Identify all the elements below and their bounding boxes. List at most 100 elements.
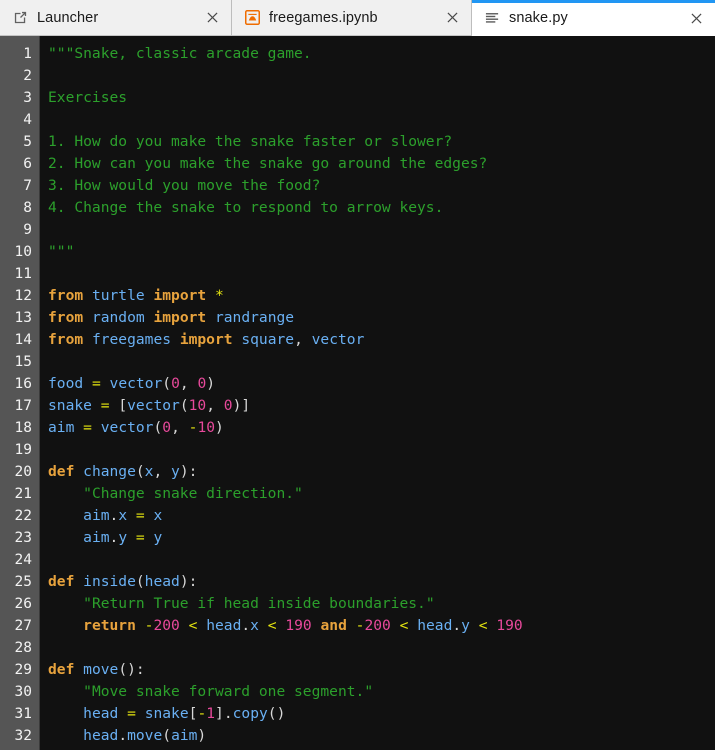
code-token: freegames: [91, 331, 172, 348]
code-token: ): [197, 727, 207, 744]
line-number: 32: [14, 728, 32, 744]
code-token: aim: [83, 529, 110, 546]
code-token: Exercises: [48, 89, 128, 106]
code-token: <: [267, 617, 277, 634]
line-number: 17: [14, 398, 32, 414]
code-token: def: [48, 661, 75, 678]
code-token: 2. How can you make the snake go around …: [48, 155, 488, 172]
line-number: 29: [14, 662, 32, 678]
editor-tab-bar: Launcher freegames.ipynb snake.py: [0, 0, 715, 36]
line-number: 19: [14, 442, 32, 458]
code-token: inside: [83, 573, 136, 590]
code-token: from: [48, 287, 84, 304]
line-number-gutter: 1 2 3 4 5 6 7 8 9 10 11 12 13 14 15 16 17 18 19 20 21 22 23 24 2…: [0, 36, 40, 750]
code-line: "Return True if head inside boundaries.": [48, 593, 715, 615]
code-token: *: [214, 287, 224, 304]
tab-snake-py[interactable]: snake.py: [472, 0, 715, 36]
line-number: 18: [14, 420, 32, 436]
code-editor[interactable]: 1 2 3 4 5 6 7 8 9 10 11 12 13 14 15 16 17 18 19 20 21 22 23 24 2…: [0, 36, 715, 750]
code-token: 1. How do you make the snake faster or s…: [48, 133, 453, 150]
code-token: 10: [197, 419, 216, 436]
code-line: def inside(head):: [48, 571, 715, 593]
code-token: vector: [311, 331, 365, 348]
code-token: ): [215, 419, 224, 436]
code-token: 200: [153, 617, 180, 634]
code-token: ():: [118, 661, 145, 678]
code-token: (: [135, 463, 145, 480]
code-token: import: [153, 287, 207, 304]
code-token: 1: [206, 705, 216, 722]
line-number: 15: [14, 354, 32, 370]
line-number: 20: [14, 464, 32, 480]
code-token: (: [179, 397, 189, 414]
line-number: 25: [14, 574, 32, 590]
code-token: .: [223, 705, 233, 722]
code-token: move: [83, 661, 119, 678]
code-token: ]: [241, 397, 251, 414]
code-token: "Move snake forward one segment.": [83, 683, 374, 700]
code-line: head = snake[-1].copy(): [48, 703, 715, 725]
code-token: square: [241, 331, 295, 348]
code-token: from: [48, 331, 84, 348]
code-token: "Change snake direction.": [83, 485, 303, 502]
code-token: (: [135, 573, 145, 590]
code-token: ,: [179, 375, 198, 392]
tab-close-icon[interactable]: [443, 9, 461, 27]
code-token: 200: [364, 617, 391, 634]
code-line: from freegames import square, vector: [48, 329, 715, 351]
code-line: food = vector(0, 0): [48, 373, 715, 395]
code-line: def change(x, y):: [48, 461, 715, 483]
tab-launcher[interactable]: Launcher: [0, 0, 232, 36]
code-token: ,: [294, 331, 312, 348]
tab-label: Launcher: [37, 9, 99, 26]
tab-close-icon[interactable]: [687, 9, 705, 27]
code-line: aim.x = x: [48, 505, 715, 527]
code-token: ]: [215, 705, 224, 722]
code-token: """Snake, classic arcade game.: [48, 45, 312, 62]
code-token: return: [83, 617, 136, 634]
code-token: head: [417, 617, 453, 634]
code-line: snake = [vector(10, 0)]: [48, 395, 715, 417]
code-token: x: [118, 507, 128, 524]
code-token: 0: [223, 397, 233, 414]
code-token: move: [127, 727, 163, 744]
code-token: ):: [179, 573, 198, 590]
code-token: (: [162, 375, 172, 392]
code-line: aim = vector(0, -10): [48, 417, 715, 439]
code-token: copy: [232, 705, 268, 722]
code-line: from turtle import *: [48, 285, 715, 307]
line-number: 31: [14, 706, 32, 722]
line-number: 30: [14, 684, 32, 700]
code-token: snake: [144, 705, 189, 722]
line-number: 6: [23, 156, 32, 172]
code-line: """Snake, classic arcade game.: [48, 43, 715, 65]
tab-close-icon[interactable]: [203, 9, 221, 27]
code-content[interactable]: """Snake, classic arcade game. Exercises…: [40, 36, 715, 750]
code-token: .: [452, 617, 462, 634]
code-token: ,: [171, 419, 189, 436]
code-token: """: [48, 243, 75, 260]
jupyterlab-window: Launcher freegames.ipynb snake.py 1 2 3 …: [0, 0, 715, 750]
code-line: """: [48, 241, 715, 263]
tab-freegames-notebook[interactable]: freegames.ipynb: [232, 0, 472, 36]
code-token: vector: [109, 375, 163, 392]
